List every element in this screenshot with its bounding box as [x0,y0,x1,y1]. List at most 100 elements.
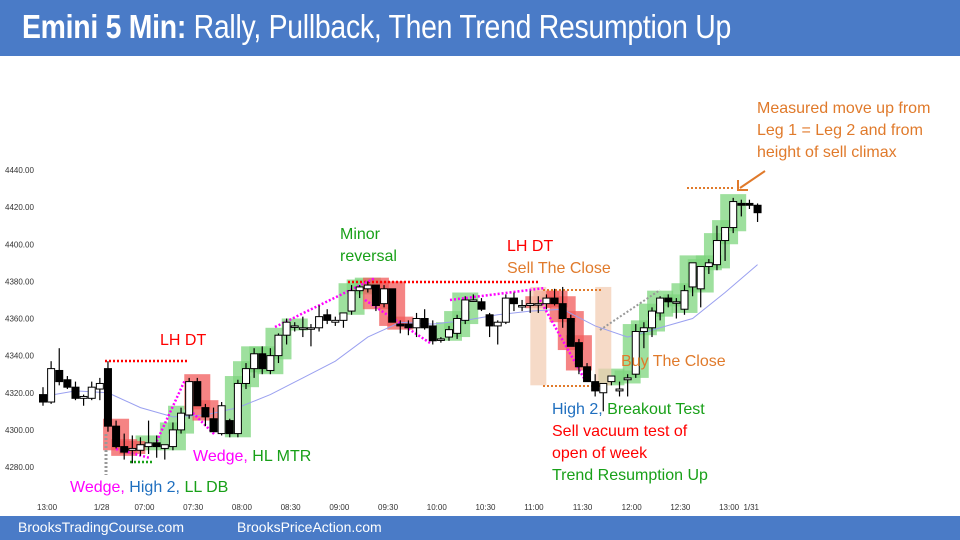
x-tick-label: 1/28 [94,503,110,512]
candle-body [436,338,445,341]
candle-body [461,299,470,321]
y-axis: 4440.00 4420.00 4400.00 4380.00 4360.00 4340.… [5,166,34,472]
candle [103,361,112,432]
candle-body [485,314,494,327]
y-tick-label: 4360.00 [5,315,34,324]
candle [323,309,332,325]
candle-body [128,447,137,451]
y-tick-label: 4400.00 [5,240,34,249]
candle-body [79,395,88,399]
measured-move-arrow [739,170,766,189]
candle-body [518,305,527,308]
candle [185,377,194,419]
y-tick-label: 4300.00 [5,426,34,435]
candle [509,292,518,312]
x-tick-label: 07:00 [134,503,155,512]
candle-body [542,297,551,305]
candle-body [534,303,543,306]
candle-body [112,425,121,448]
candle-body [745,202,754,206]
candle-body [136,444,145,451]
candle-body [87,386,96,399]
candle [217,402,226,436]
candle-body [428,325,437,342]
candle [461,296,470,325]
annotation-buy-the-close: Buy The Close [621,353,726,370]
candle-body [71,386,80,399]
candle-body [201,407,210,418]
candle-body [396,323,405,327]
x-tick-label: 1/31 [743,503,759,512]
x-tick-label: 12:00 [622,503,643,512]
candle [412,312,421,338]
candle-body [469,299,478,302]
x-tick-label: 10:30 [475,503,496,512]
candle-body [607,375,616,383]
hl-mtr-label: HL MTR [247,448,312,465]
footer-link-trading-course[interactable]: BrooksTradingCourse.com [18,519,184,535]
candle-body [185,381,194,416]
candle-body [160,444,169,449]
candle-body [566,318,575,347]
candle-body [95,382,104,390]
candle-body [331,319,340,323]
candle-body [696,266,705,290]
candle-body [656,297,665,314]
candle-body [177,412,186,431]
x-tick-label: 07:30 [183,503,204,512]
annotation-sell-vacuum-1: Sell vacuum test of [552,423,688,440]
candlestick-chart: 4440.00 4420.00 4400.00 4380.00 4360.00 4340.… [5,166,766,512]
x-tick-label: 12:30 [670,503,691,512]
candle-body [721,227,730,242]
candle-body [501,297,510,323]
candle-body [404,323,413,329]
footer-link-price-action[interactable]: BrooksPriceAction.com [237,519,382,535]
candle-body [306,327,315,330]
candle-body [242,368,250,384]
candle [696,266,705,308]
candle-body [47,368,56,403]
candle-body [509,297,518,305]
candle-body [55,369,64,383]
x-tick-label: 13:00 [719,503,740,512]
candle-body [63,379,72,388]
candle-body [152,442,161,448]
wedge-label: Wedge, [193,448,248,465]
candle [745,199,754,209]
candle-body [347,290,356,312]
candle-body [599,382,608,394]
candle [233,379,242,438]
candle-body [445,329,453,338]
x-axis: 13:00 1/28 07:00 07:30 08:00 08:30 09:00 09:30 1… [37,503,760,512]
footer-bar: BrooksTradingCourse.com BrooksPriceActio… [0,516,960,540]
annotation-measured-2: Leg 1 = Leg 2 and from [757,122,923,139]
candle [87,381,96,401]
candle [193,377,202,407]
candle-body [729,201,738,229]
ll-db-label: LL DB [180,479,229,496]
candle-body [672,301,681,304]
candle-body [266,355,275,371]
candle-body [591,381,600,392]
candle-body [420,318,429,329]
candle-body [648,310,656,329]
candle [753,203,762,222]
candle-body [339,312,348,321]
x-tick-label: 11:30 [573,503,593,512]
annotation-measured-3: height of sell climax [757,144,897,161]
candle [63,376,72,390]
annotation-trend-resumption: Trend Resumption Up [552,467,708,484]
candle-body [574,342,583,368]
candle-body [355,286,364,292]
candle [485,312,494,338]
y-tick-label: 4420.00 [5,203,34,212]
candle-body [225,420,234,435]
annotation-high2-breakout: High 2, Breakout Test [552,399,705,421]
candle-body [639,327,648,332]
candle [623,374,632,397]
candle-body [209,418,218,433]
annotation-sell-the-close: Sell The Close [507,260,611,277]
candle-body [623,377,632,381]
candle [47,361,56,404]
candle-body [144,442,153,448]
